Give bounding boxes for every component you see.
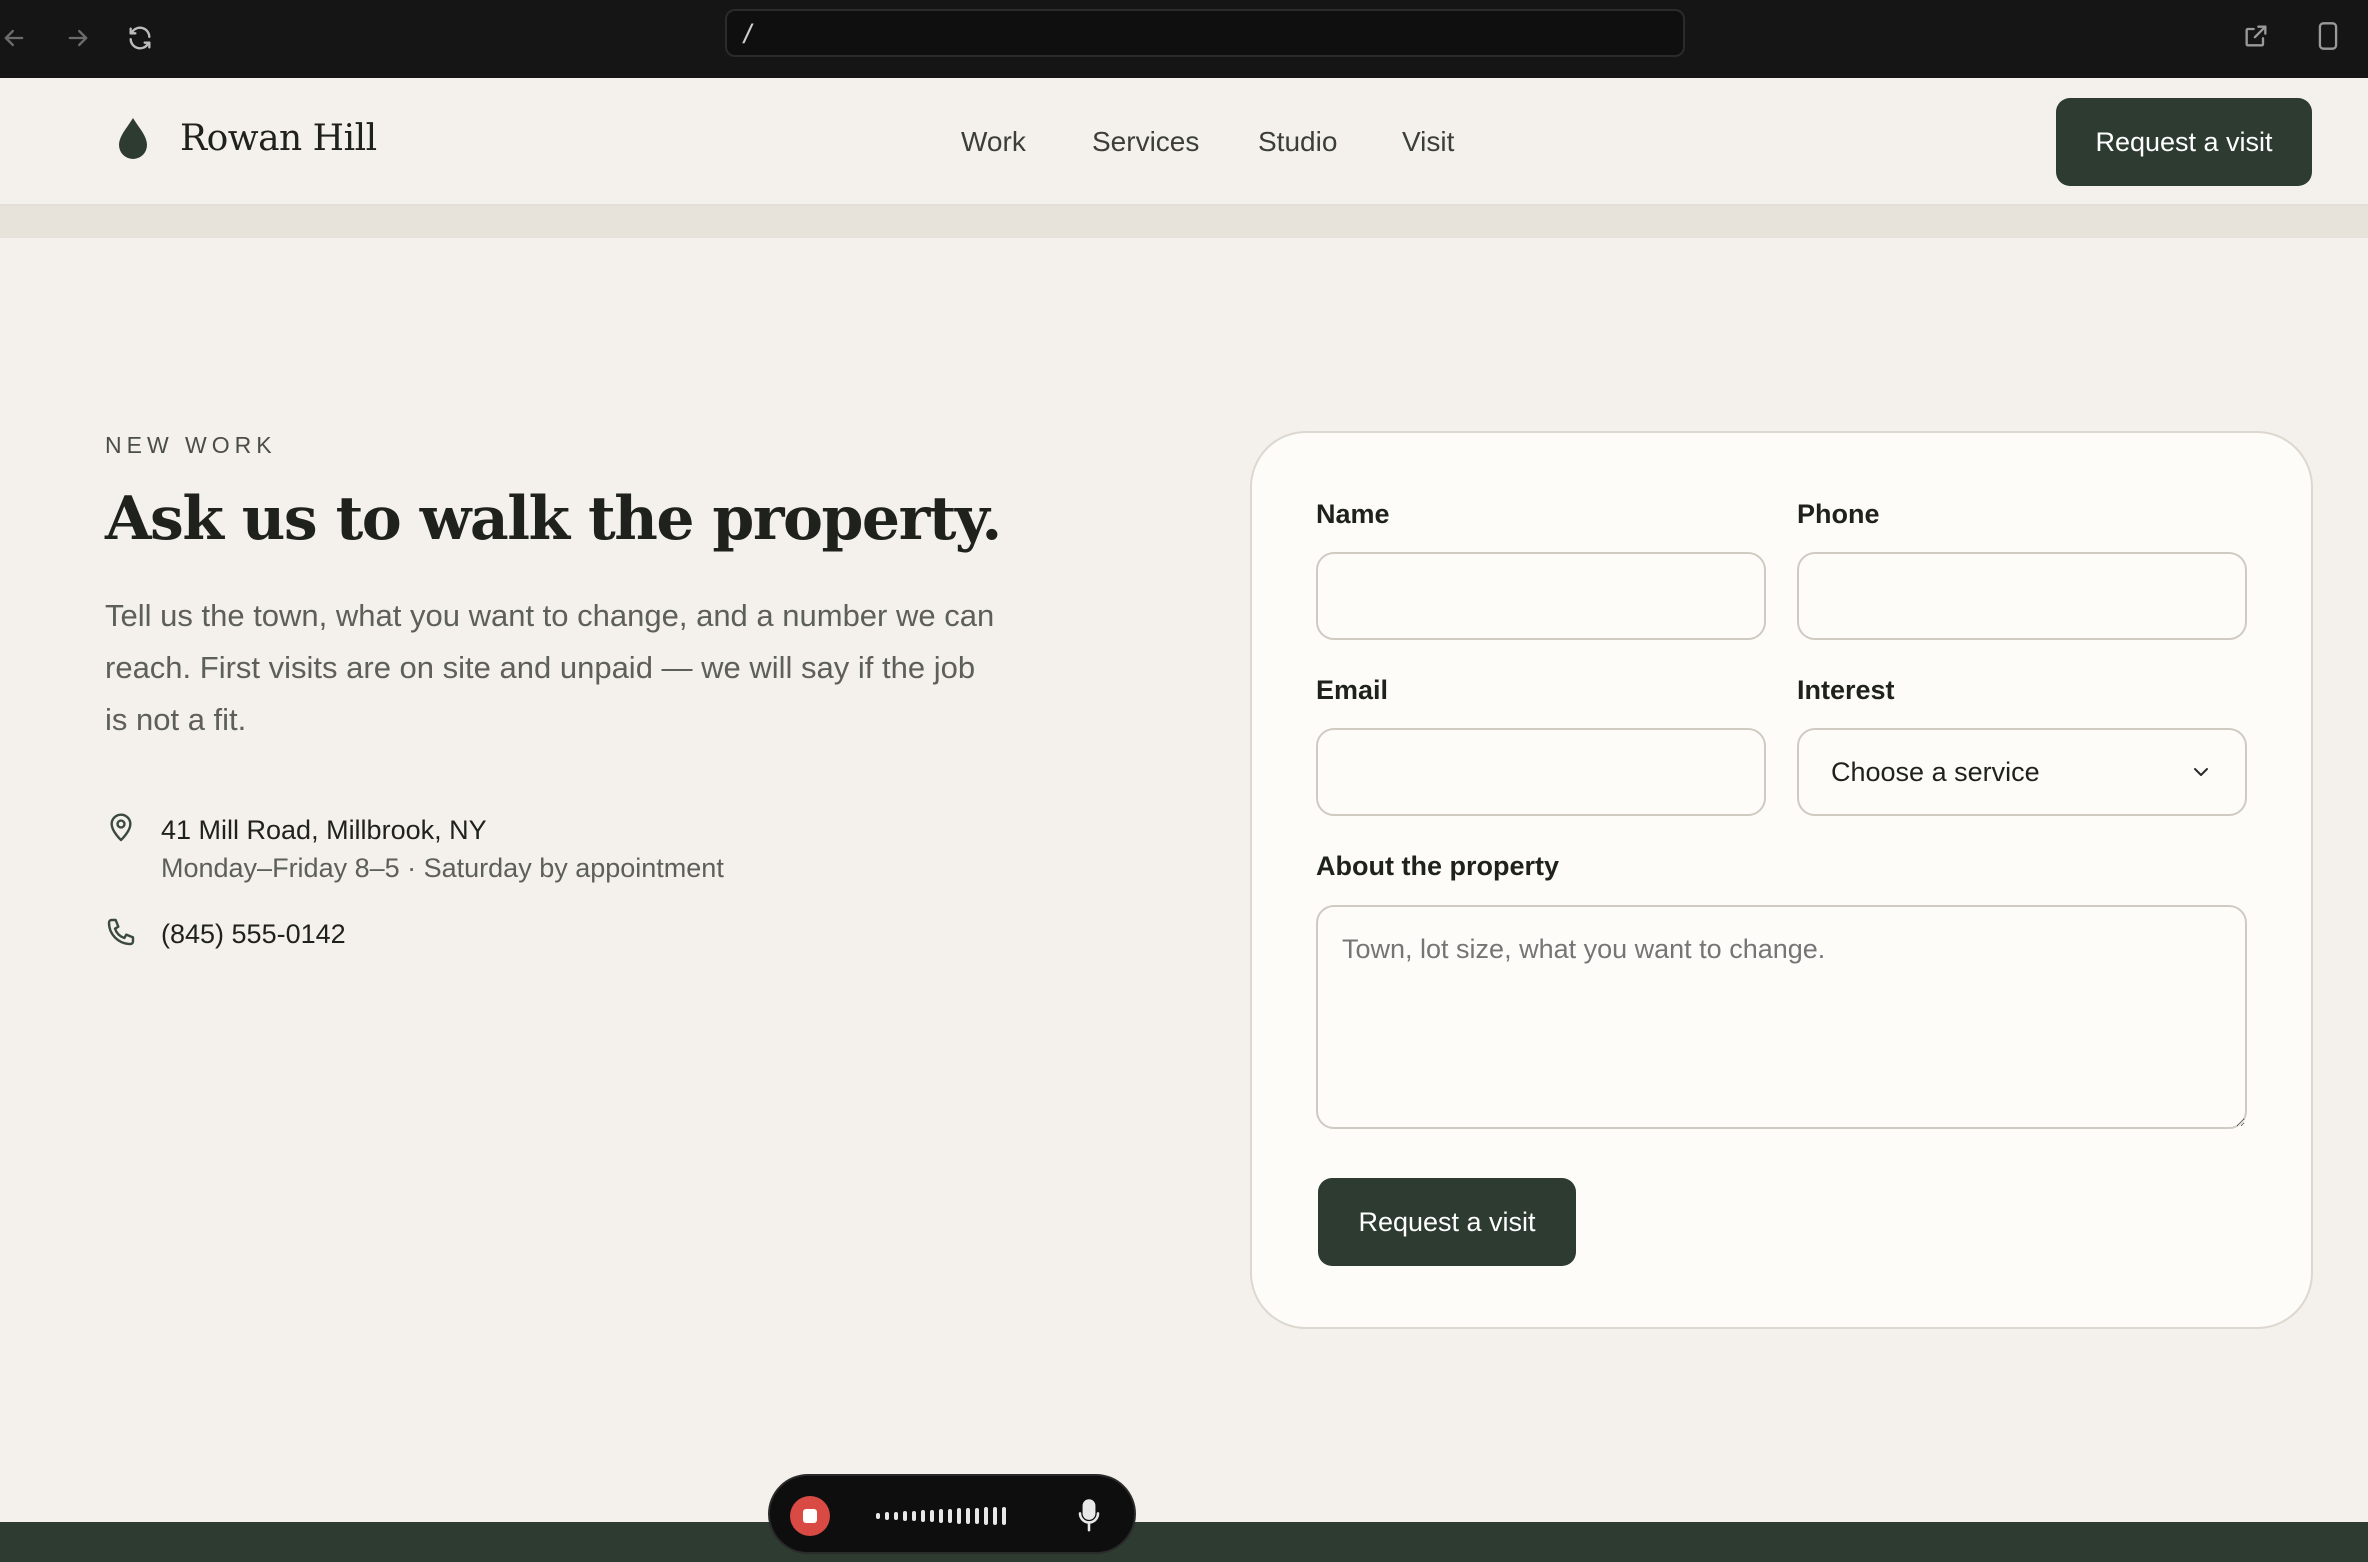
microphone-icon[interactable] — [1074, 1498, 1104, 1534]
address-bar[interactable]: / — [725, 9, 1685, 57]
header-divider-band — [0, 206, 2368, 238]
footer-strip — [0, 1522, 2368, 1562]
intro-paragraph: Tell us the town, what you want to chang… — [105, 598, 995, 737]
phone-number[interactable]: (845) 555-0142 — [161, 916, 346, 952]
browser-toolbar: / — [0, 0, 2368, 78]
contact-phone: (845) 555-0142 — [105, 916, 346, 952]
device-icon[interactable] — [2308, 16, 2348, 56]
name-field[interactable] — [1316, 552, 1766, 640]
recording-controls — [768, 1474, 1136, 1554]
nav-item-work[interactable]: Work — [961, 126, 1026, 158]
reload-icon[interactable] — [120, 18, 160, 58]
phone-label: Phone — [1797, 499, 1880, 529]
contact-address: 41 Mill Road, Millbrook, NY Monday–Frida… — [105, 812, 724, 888]
interest-selected-value: Choose a service — [1831, 756, 2040, 787]
email-label: Email — [1316, 675, 1389, 705]
about-label: About the property — [1316, 851, 1559, 881]
phone-icon — [107, 918, 135, 946]
main-nav: Work Services Studio Visit — [0, 126, 2368, 166]
back-arrow-icon[interactable] — [0, 18, 34, 58]
email-field[interactable] — [1316, 728, 1766, 816]
section-eyebrow: NEW WORK — [105, 432, 277, 458]
chevron-down-icon — [2194, 768, 2208, 776]
request-visit-header-button[interactable]: Request a visit — [2056, 98, 2312, 186]
site-header: Rowan Hill Work Services Studio Visit Re… — [0, 78, 2368, 206]
request-visit-submit-button[interactable]: Request a visit — [1318, 1178, 1576, 1266]
audio-waveform — [876, 1504, 1006, 1528]
nav-item-studio[interactable]: Studio — [1258, 126, 1337, 158]
hours-text: Monday–Friday 8–5 · Saturday by appointm… — [161, 853, 724, 883]
interest-select[interactable]: Choose a service — [1797, 728, 2247, 816]
nav-item-visit[interactable]: Visit — [1402, 126, 1454, 158]
external-link-icon[interactable] — [2236, 16, 2276, 56]
about-property-textarea[interactable] — [1316, 905, 2247, 1129]
page-title: Ask us to walk the property. — [105, 484, 1002, 554]
visit-request-form: Name Phone Email Interest Choose a servi… — [1250, 431, 2313, 1329]
interest-label: Interest — [1797, 675, 1895, 705]
nav-item-services[interactable]: Services — [1092, 126, 1199, 158]
address-text: 41 Mill Road, Millbrook, NY — [161, 815, 487, 845]
stop-recording-button[interactable] — [790, 1496, 830, 1536]
forward-arrow-icon[interactable] — [58, 18, 98, 58]
phone-field[interactable] — [1797, 552, 2247, 640]
name-label: Name — [1316, 499, 1390, 529]
map-pin-icon — [110, 813, 132, 842]
